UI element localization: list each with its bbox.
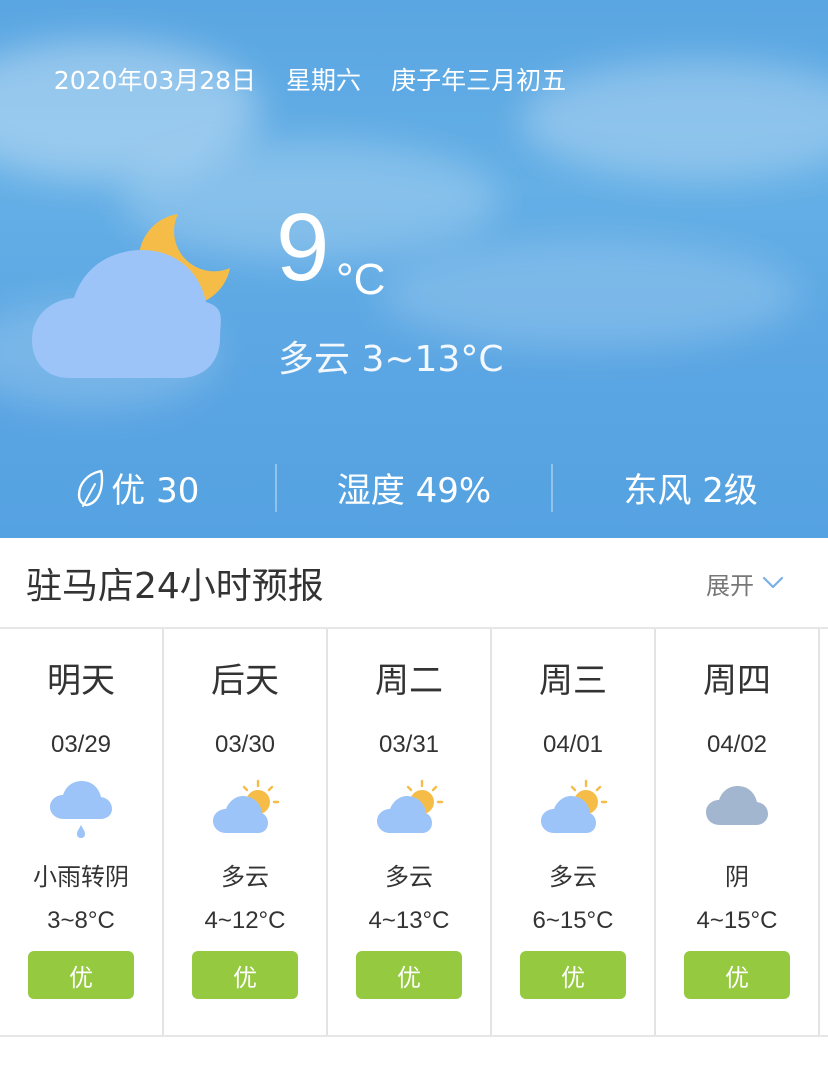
forecast-header: 驻马店24小时预报 展开 [0,538,828,628]
current-condition: 多云 3~13°C [278,339,504,380]
day-date: 03/29 [50,731,112,758]
day-name: 后天 [211,661,279,701]
aqi-badge[interactable]: 优 [192,951,298,999]
day-condition: 多云 [385,863,433,891]
partly-cloudy-day-icon [377,779,444,833]
forecast-day-card-partial [820,629,828,1035]
aqi-badge[interactable]: 优 [28,951,134,999]
aqi-stat[interactable]: 优 30 [0,455,275,520]
day-temperature: 3~8°C [47,907,115,934]
day-date: 03/31 [378,731,440,758]
weekday-text: 星期六 [286,66,362,95]
day-temperature: 4~13°C [368,907,450,934]
sky-cloud-decoration [380,240,800,350]
aqi-badge[interactable]: 优 [520,951,626,999]
day-condition: 阴 [725,863,749,891]
lunar-date-text: 庚子年三月初五 [391,66,567,95]
partly-cloudy-day-icon [541,779,608,833]
overcast-icon [706,786,768,825]
day-condition: 多云 [221,863,269,891]
date-line: 2020年03月28日 星期六 庚子年三月初五 [22,32,596,126]
leaf-icon [78,469,104,507]
current-weather-panel: 2020年03月28日 星期六 庚子年三月初五 9 °C 多云 3~13°C 优 3… [0,0,828,538]
day-name: 周三 [539,661,607,701]
date-text: 2020年03月28日 [53,66,257,95]
aqi-badge[interactable]: 优 [356,951,462,999]
day-temperature: 4~12°C [204,907,286,934]
aqi-badge[interactable]: 优 [684,951,790,999]
humidity-value: 湿度 49% [336,471,492,511]
forecast-day-card[interactable]: 周二 03/31 多云 4~13°C 优 [328,629,492,1035]
day-date: 04/02 [706,731,768,758]
forecast-day-card[interactable]: 明天 03/29 小雨转阴 3~8°C 优 [0,629,164,1035]
day-condition: 小雨转阴 [33,863,129,891]
day-name: 明天 [47,661,115,701]
forecast-day-card[interactable]: 后天 03/30 多云 4~12°C 优 [164,629,328,1035]
day-date: 03/30 [214,731,276,758]
current-temperature: 9 [276,194,330,301]
partly-cloudy-day-icon [213,779,280,833]
expand-button[interactable]: 展开 [706,566,784,601]
light-rain-icon [50,781,112,838]
day-name: 周二 [375,661,443,701]
forecast-days[interactable]: 明天 03/29 小雨转阴 3~8°C 优 后天 03/30 多云 4~12°C… [0,627,828,1037]
day-temperature: 4~15°C [696,907,778,934]
stats-bar: 优 30 湿度 49% 东风 2级 [0,455,828,520]
expand-label: 展开 [706,571,754,600]
forecast-day-card[interactable]: 周四 04/02 阴 4~15°C 优 [656,629,820,1035]
wind-value: 东风 2级 [623,471,758,511]
forecast-day-card[interactable]: 周三 04/01 多云 6~15°C 优 [492,629,656,1035]
day-date: 04/01 [542,731,604,758]
humidity-stat: 湿度 49% [277,455,552,520]
partly-cloudy-night-icon [32,214,230,378]
aqi-value: 优 30 [111,471,200,511]
wind-stat: 东风 2级 [553,455,828,520]
day-name: 周四 [703,661,771,701]
temperature-unit: °C [336,255,386,304]
day-condition: 多云 [549,863,597,891]
chevron-down-icon [762,576,784,589]
forecast-title: 驻马店24小时预报 [26,566,324,607]
day-temperature: 6~15°C [532,907,614,934]
